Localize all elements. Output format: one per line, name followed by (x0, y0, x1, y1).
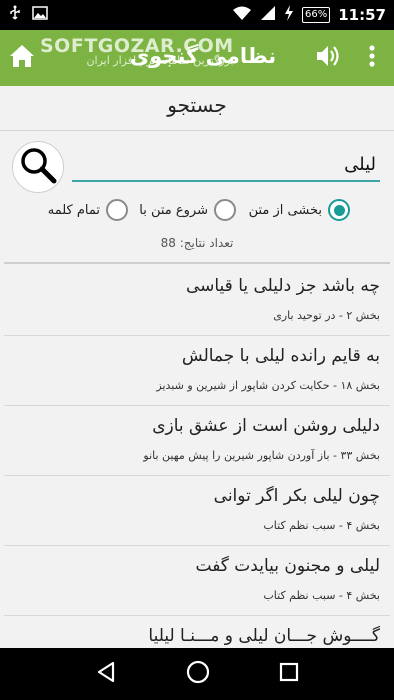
result-source: بخش ۴ - سبب نظم کتاب (263, 589, 380, 602)
back-icon[interactable] (95, 661, 117, 687)
radio-button[interactable] (328, 199, 350, 221)
charging-icon (284, 5, 294, 25)
wifi-icon (232, 5, 252, 25)
list-item[interactable]: گــــوش جـــان لیلی و مـــنـا لیلیا (4, 616, 390, 646)
divider (4, 262, 390, 264)
option-part-of-text[interactable]: بخشی از متن (249, 199, 350, 221)
results-count: تعداد نتایج: 88 (160, 236, 234, 250)
list-item[interactable]: دلیلی روشن است از عشق بازی بخش ۳۳ - باز … (4, 406, 390, 476)
result-verse: دلیلی روشن است از عشق بازی (152, 416, 380, 436)
search-mode-options: بخشی از متن شروع متن با تمام کلمه (0, 199, 394, 225)
home-circle-icon[interactable] (186, 660, 210, 688)
usb-icon (8, 5, 22, 25)
more-vertical-icon (369, 45, 375, 71)
option-label: بخشی از متن (248, 202, 322, 218)
app-title: نظامی گنجوی (130, 44, 277, 68)
result-verse: گــــوش جـــان لیلی و مـــنـا لیلیا (148, 626, 380, 646)
battery-indicator: 66% (302, 7, 331, 23)
image-icon (32, 6, 48, 24)
list-item[interactable]: چه باشد جز دلیلی یا قیاسی بخش ۲ - در توح… (4, 266, 390, 336)
clock: 11:57 (338, 6, 386, 24)
result-source: بخش ۲ - در توحید باری (273, 309, 380, 322)
radio-button[interactable] (214, 199, 236, 221)
app-bar: SOFTGOZAR.COM بزرگترین سامانه نرم افزار … (0, 30, 394, 86)
status-bar: 66% 11:57 (0, 0, 394, 30)
speaker-icon (315, 44, 341, 72)
search-input[interactable] (72, 148, 380, 182)
result-source: بخش ۱۸ - حکایت کردن شاپور از شیرین و شبد… (156, 379, 380, 392)
result-verse: چون لیلی بکر اگر توانی (213, 486, 380, 506)
result-verse: چه باشد جز دلیلی یا قیاسی (185, 276, 380, 296)
search-button[interactable] (12, 141, 64, 193)
list-item[interactable]: چون لیلی بکر اگر توانی بخش ۴ - سبب نظم ک… (4, 476, 390, 546)
home-button[interactable] (2, 30, 42, 86)
home-icon (9, 44, 35, 72)
list-item[interactable]: لیلی و مجنون بیایدت گفت بخش ۴ - سبب نظم … (4, 546, 390, 616)
navigation-bar (0, 648, 394, 700)
overflow-menu-button[interactable] (358, 42, 386, 74)
page-title: جستجو (167, 93, 227, 117)
search-icon (18, 145, 58, 189)
audio-button[interactable] (312, 42, 344, 74)
option-label: شروع متن با (139, 202, 208, 218)
option-starts-with[interactable]: شروع متن با (139, 199, 236, 221)
results-list: چه باشد جز دلیلی یا قیاسی بخش ۲ - در توح… (0, 266, 394, 646)
signal-icon (260, 5, 276, 25)
result-verse: لیلی و مجنون بیایدت گفت (195, 556, 381, 576)
result-source: بخش ۴ - سبب نظم کتاب (263, 519, 380, 532)
divider (0, 130, 394, 131)
radio-button[interactable] (106, 199, 128, 221)
option-label: تمام کلمه (47, 202, 100, 218)
option-whole-word[interactable]: تمام کلمه (48, 199, 128, 221)
result-verse: به قایم رانده لیلی با جمالش (181, 346, 380, 366)
result-source: بخش ۳۳ - باز آوردن شاپور شیرین را پیش مه… (143, 449, 380, 462)
list-item[interactable]: به قایم رانده لیلی با جمالش بخش ۱۸ - حکا… (4, 336, 390, 406)
recent-apps-icon[interactable] (279, 662, 299, 686)
